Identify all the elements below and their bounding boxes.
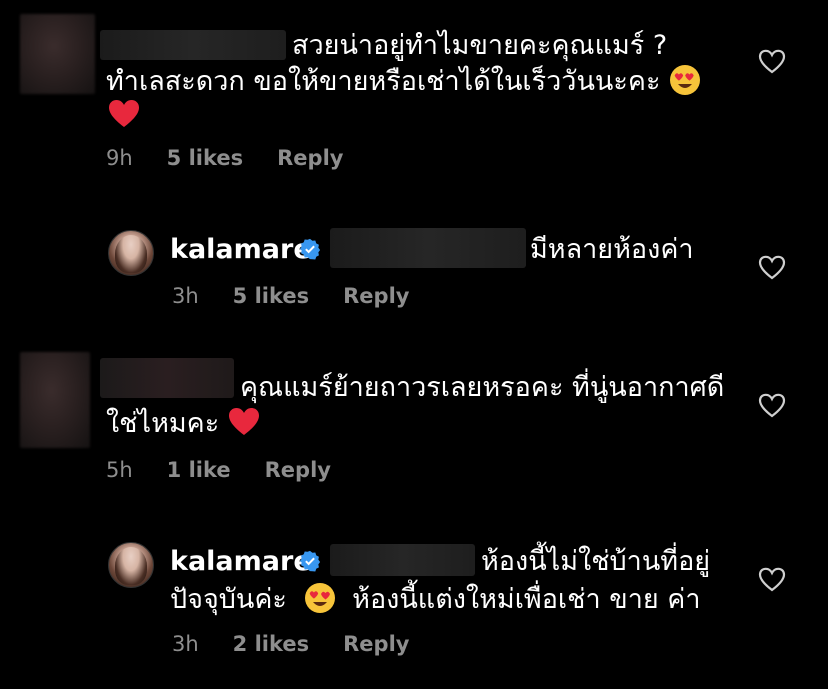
comment-meta: 9h 5 likes Reply — [106, 146, 343, 170]
reply-button[interactable]: Reply — [265, 458, 331, 482]
comment-text-line2-label: ใช่ไหมคะ — [106, 408, 220, 439]
redacted-username — [100, 30, 286, 60]
reply-text-line2: ปัจจุบันค่ะ ห้องนี้แต่งใหม่เพื่อเช่า ขาย… — [170, 582, 700, 618]
comment-text-line2-label: ทำเลสะดวก ขอให้ขายหรือเช่าได้ในเร็ววันนะ… — [106, 66, 661, 97]
comment-text-line2: ใช่ไหมคะ — [106, 406, 260, 442]
reply-text-line1: มีหลายห้องค่า — [530, 234, 694, 265]
username[interactable]: kalamare — [170, 232, 312, 268]
reply-text-line1: ห้องนี้ไม่ใช่บ้านที่อยู่ — [481, 546, 711, 577]
comment-text-line2: ทำเลสะดวก ขอให้ขายหรือเช่าได้ในเร็ววันนะ… — [106, 64, 701, 100]
verified-badge-icon — [299, 550, 321, 572]
heart-eyes-emoji-icon — [670, 65, 701, 95]
redacted-mention — [330, 544, 475, 576]
reply-time: 3h — [172, 632, 199, 656]
like-heart-icon[interactable] — [758, 48, 786, 76]
like-heart-icon[interactable] — [758, 392, 786, 420]
comment-time: 9h — [106, 146, 133, 170]
reply-button[interactable]: Reply — [343, 284, 409, 308]
redacted-mention — [330, 228, 526, 268]
comment-text-line3 — [108, 98, 140, 134]
reply-text-line2a: ปัจจุบันค่ะ — [170, 584, 287, 615]
reply-button[interactable]: Reply — [277, 146, 343, 170]
comment-likes[interactable]: 5 likes — [167, 146, 243, 170]
red-heart-emoji-icon — [109, 100, 139, 127]
kalamare-avatar[interactable] — [108, 542, 154, 588]
redacted-username — [100, 358, 234, 398]
reply-button[interactable]: Reply — [343, 632, 409, 656]
comment-time: 5h — [106, 458, 133, 482]
reply-text-line2b: ห้องนี้แต่งใหม่เพื่อเช่า ขาย ค่า — [352, 584, 701, 615]
like-heart-icon[interactable] — [758, 566, 786, 594]
red-heart-emoji-icon — [228, 408, 259, 435]
username[interactable]: kalamare — [170, 544, 312, 580]
reply-meta: 3h 2 likes Reply — [172, 632, 409, 656]
reply-likes[interactable]: 5 likes — [233, 284, 309, 308]
verified-badge-icon — [299, 238, 321, 260]
comment-meta: 5h 1 like Reply — [106, 458, 331, 482]
like-heart-icon[interactable] — [758, 254, 786, 282]
comment-text-line1: สวยน่าอยู่ทำไมขายคะคุณแมร์ ? — [292, 30, 668, 61]
comment-likes[interactable]: 1 like — [167, 458, 231, 482]
reply-meta: 3h 5 likes Reply — [172, 284, 409, 308]
kalamare-avatar[interactable] — [108, 230, 154, 276]
reply-time: 3h — [172, 284, 199, 308]
heart-eyes-emoji-icon — [304, 583, 335, 613]
commenter-avatar[interactable] — [20, 14, 95, 94]
commenter-avatar[interactable] — [20, 352, 90, 448]
comment-text-line1: คุณแมร์ย้ายถาวรเลยหรอคะ ที่นู่นอากาศดี — [240, 372, 725, 403]
reply-likes[interactable]: 2 likes — [233, 632, 309, 656]
